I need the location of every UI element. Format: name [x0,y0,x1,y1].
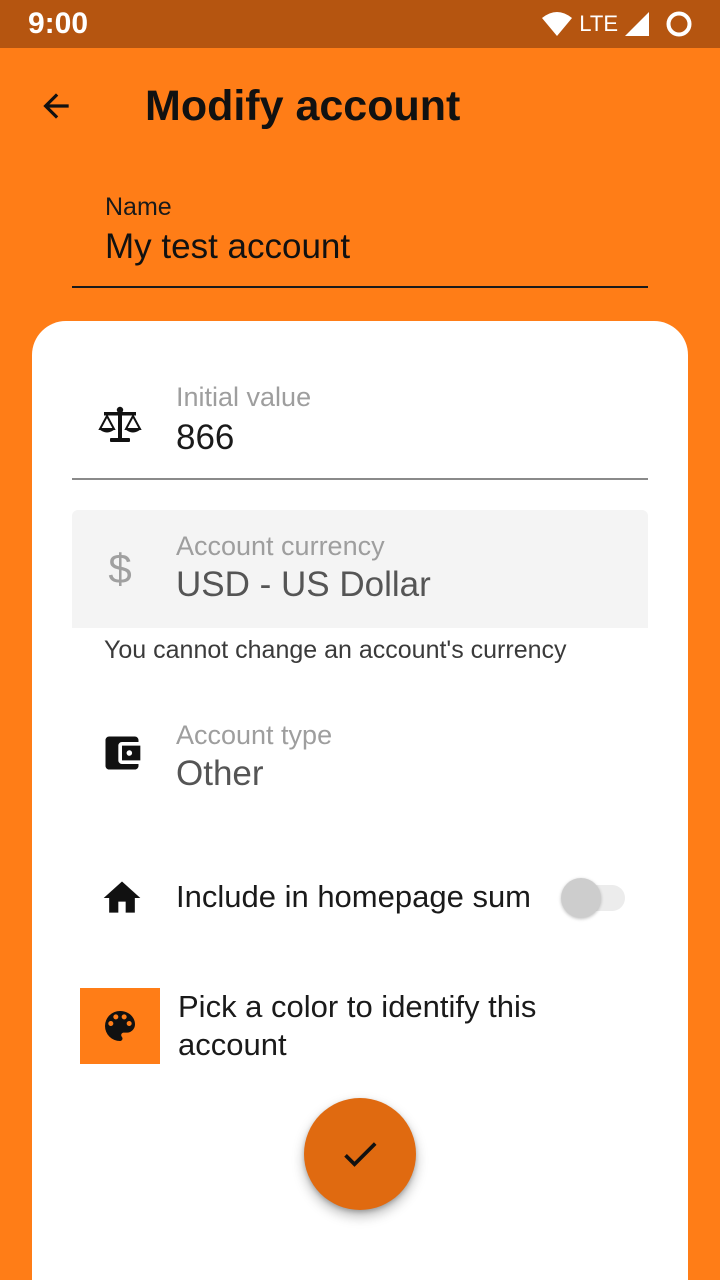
homepage-sum-row: Include in homepage sum [72,866,648,928]
status-time: 9:00 [28,7,89,40]
wifi-icon [542,12,573,36]
status-bar: 9:00 LTE [0,0,720,48]
account-type-field[interactable]: Account type Other [72,715,648,805]
initial-value-label: Initial value [176,382,312,412]
color-swatch-button[interactable] [80,988,160,1064]
home-icon [100,876,144,920]
palette-icon [105,1011,135,1041]
account-currency-field: $ Account currency USD - US Dollar [72,510,648,628]
page-title: Modify account [145,82,461,130]
cell-signal-icon [625,12,649,36]
name-input[interactable]: My test account [105,226,350,268]
initial-value-input[interactable]: 866 [176,417,234,459]
arrow-back-icon [43,93,69,119]
app-screen: 9:00 LTE Modify account Name My test acc… [0,0,720,1280]
back-button[interactable] [28,78,84,134]
account-currency-value: USD - US Dollar [176,565,431,604]
wallet-icon [100,731,144,775]
name-label: Name [105,193,172,221]
color-picker-row: Pick a color to identify this account [80,988,648,1068]
currency-helper-text: You cannot change an account's currency [104,636,567,664]
circle-indicator-icon [666,11,692,37]
check-icon [344,1142,377,1167]
balance-scale-icon [96,401,144,449]
color-picker-label: Pick a color to identify this account [178,989,537,1062]
account-type-label: Account type [176,720,333,750]
homepage-sum-switch[interactable] [561,876,627,920]
save-fab-button[interactable] [304,1098,416,1210]
status-icons: LTE [541,9,694,39]
dollar-icon: $ [108,545,132,592]
network-type-label: LTE [579,11,618,36]
homepage-sum-label: Include in homepage sum [176,879,532,914]
initial-value-field[interactable]: Initial value 866 [72,377,648,480]
account-currency-label: Account currency [176,531,385,561]
account-type-value: Other [176,754,264,793]
switch-thumb [561,878,601,918]
name-field[interactable]: Name My test account [72,188,648,288]
